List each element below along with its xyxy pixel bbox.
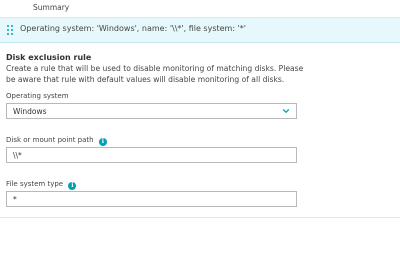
fs-input[interactable]: *	[6, 191, 297, 207]
fs-label-text: File system type	[6, 180, 64, 188]
info-icon[interactable]: i	[68, 182, 77, 190]
summary-header: Summary	[0, 0, 400, 18]
os-select-value: Windows	[13, 107, 47, 116]
path-input[interactable]: \\*	[6, 147, 297, 163]
summary-label: Summary	[33, 3, 70, 12]
rule-row[interactable]: Operating system: 'Windows', name: '\\*'…	[0, 18, 400, 43]
os-select[interactable]: Windows	[6, 103, 297, 119]
section-title: Disk exclusion rule	[6, 53, 92, 62]
path-input-value: \\*	[13, 151, 22, 160]
os-label: Operating system	[6, 92, 69, 100]
section-description: Create a rule that will be used to disab…	[6, 64, 304, 84]
info-icon[interactable]: i	[98, 138, 107, 146]
os-label-text: Operating system	[6, 92, 69, 100]
drag-handle-icon[interactable]	[7, 25, 13, 35]
fs-label: File system type i	[6, 180, 77, 190]
divider	[0, 217, 400, 218]
chevron-down-icon	[282, 108, 290, 114]
fs-input-value: *	[13, 195, 17, 204]
rule-title: Operating system: 'Windows', name: '\\*'…	[20, 24, 246, 33]
path-label-text: Disk or mount point path	[6, 136, 94, 144]
path-label: Disk or mount point path i	[6, 136, 107, 146]
